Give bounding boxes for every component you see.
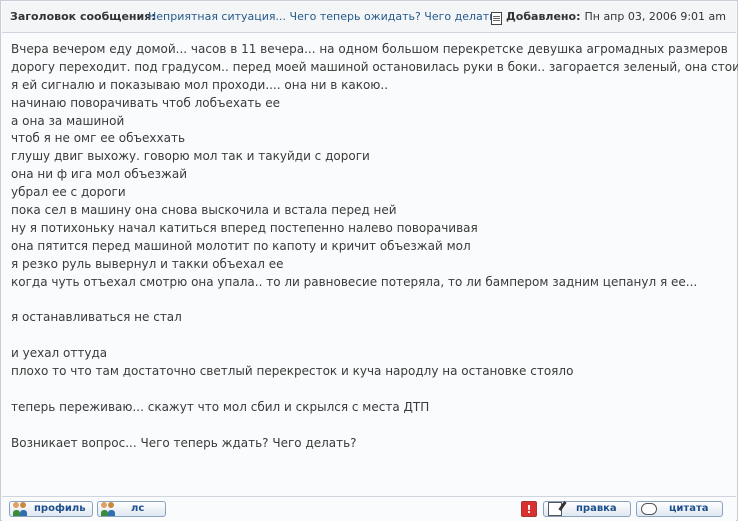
pm-button-label: лс (131, 503, 145, 514)
users-icon (101, 502, 117, 516)
quote-button-label: цитата (669, 503, 709, 514)
edit-icon (548, 502, 562, 516)
post-text-line: я ей сигналю и показываю мол проходи....… (11, 77, 389, 92)
post-text-line: дорогу переходит. под градусом.. перед м… (11, 59, 738, 74)
quote-icon (641, 503, 657, 515)
added-label: Добавлено: (505, 10, 581, 23)
post-text-line: а она за машиной (11, 113, 125, 128)
subject-label: Заголовок сообщения: (10, 10, 156, 23)
post-text-line: теперь переживаю... скажут что мол сбил … (11, 399, 430, 414)
quote-button[interactable]: цитата (636, 501, 723, 517)
post-text-line: глушу двиг выхожу. говорю мол так и таку… (11, 149, 370, 164)
post-body: Вчера вечером еду домой... часов в 11 ве… (11, 41, 738, 452)
post-text-line: когда чуть отъехал смотрю она упала.. то… (11, 274, 698, 289)
profile-button-label: профиль (34, 503, 86, 514)
edit-button-label: правка (576, 503, 617, 514)
post-text-line: ну я потихоньку начал катиться вперед по… (11, 220, 478, 235)
post-date: Пн апр 03, 2006 9:01 am (584, 10, 726, 23)
post-meta: Добавлено: Пн апр 03, 2006 9:01 am (490, 2, 726, 32)
post-text-line: Вчера вечером еду домой... часов в 11 ве… (11, 42, 728, 56)
post-text-line (11, 417, 729, 435)
post-text-line: чтоб я не омг ее объеххать (11, 131, 186, 146)
report-icon[interactable]: ! (521, 501, 537, 517)
edit-button[interactable]: правка (543, 501, 631, 517)
post-text-line: она ни ф ига мол объезжай (11, 167, 187, 182)
post-text-line: я останавливаться не стал (11, 310, 182, 325)
private-message-button[interactable]: лс (97, 501, 166, 517)
post-text-line: убрал ее с дороги (11, 185, 126, 200)
post-text-line: начинаю поворачивать чтоб лобъехать ее (11, 95, 280, 110)
post-header: Заголовок сообщения: Неприятная ситуация… (2, 2, 736, 33)
users-icon (13, 502, 29, 516)
post-text-line: пока сел в машину она снова выскочила и … (11, 203, 397, 218)
post-text-line (11, 381, 729, 399)
post-text-line (11, 327, 729, 345)
post-text-line: Возникает вопрос... Чего теперь ждать? Ч… (11, 435, 357, 450)
post-text-line: я резко руль вывернул и такки объехал ее (11, 256, 284, 271)
post-text-line (11, 291, 729, 309)
post-text-line: плохо то что там достаточно светлый пере… (11, 364, 574, 379)
document-icon[interactable] (490, 11, 502, 25)
post-subject-link[interactable]: Неприятная ситуация... Чего теперь ожида… (148, 2, 502, 32)
profile-button[interactable]: профиль (9, 501, 93, 517)
post-text-line: и уехал оттуда (11, 346, 108, 361)
post-container: Заголовок сообщения: Неприятная ситуация… (0, 0, 738, 521)
post-text-line: она пятится перед машиной молотит по кап… (11, 238, 471, 253)
post-footer: профиль лс ! правка цитата (2, 496, 736, 521)
